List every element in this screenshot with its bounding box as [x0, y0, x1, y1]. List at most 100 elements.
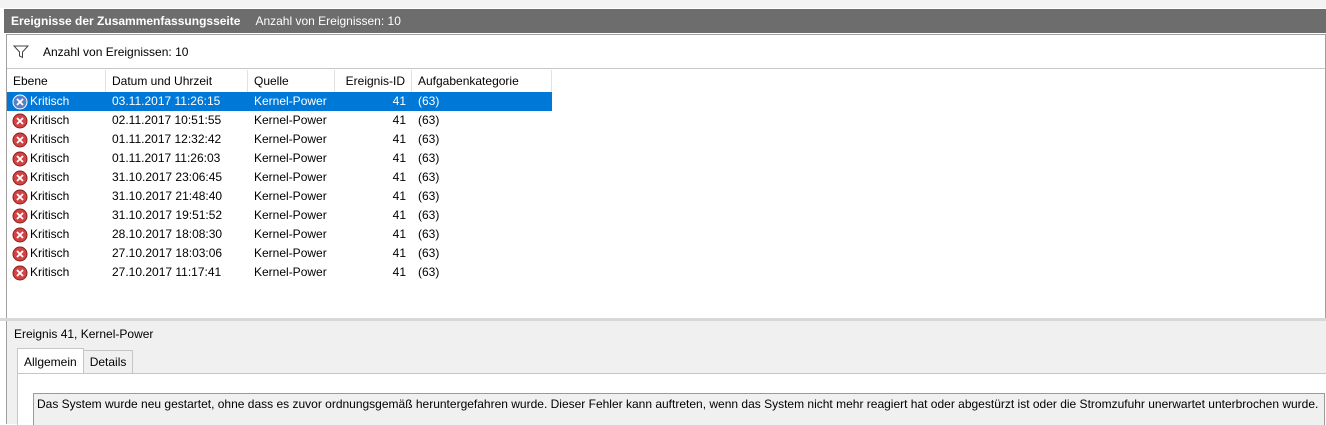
event-list-panel: Anzahl von Ereignissen: 10 Ebene Datum u… [6, 34, 1326, 319]
cell-event-id: 41 [392, 189, 406, 203]
level-text: Kritisch [30, 265, 70, 279]
filter-bar: Anzahl von Ereignissen: 10 [7, 35, 1325, 69]
table-row[interactable]: Kritisch 27.10.2017 11:17:41 Kernel-Power 4… [7, 263, 552, 282]
cell-event-id: 41 [392, 94, 406, 108]
critical-error-icon [12, 170, 28, 185]
tab-content: Das System wurde neu gestartet, ohne das… [17, 373, 1326, 425]
tab-details[interactable]: Details [82, 350, 134, 373]
cell-datetime: 02.11.2017 10:51:55 [112, 113, 222, 127]
cell-datetime: 27.10.2017 11:17:41 [112, 265, 222, 279]
filter-icon[interactable] [13, 45, 29, 59]
cell-level: Kritisch [7, 130, 106, 149]
cell-task-category: (63) [418, 265, 440, 279]
event-description[interactable]: Das System wurde neu gestartet, ohne das… [33, 393, 1325, 425]
table-row[interactable]: Kritisch 31.10.2017 19:51:52 Kernel-Power 4… [7, 206, 552, 225]
top-strip [0, 0, 1326, 8]
cell-source: Kernel-Power [254, 189, 327, 203]
cell-source: Kernel-Power [254, 208, 327, 222]
level-text: Kritisch [30, 170, 70, 184]
level-text: Kritisch [30, 227, 70, 241]
filter-count-text: Anzahl von Ereignissen: 10 [43, 44, 189, 59]
critical-error-icon [12, 208, 28, 223]
table-body: Kritisch 03.11.2017 11:26:15 Kernel-Power 4… [7, 92, 552, 282]
table-row[interactable]: Kritisch 02.11.2017 10:51:55 Kernel-Power 4… [7, 111, 552, 130]
table-header: Ebene Datum und Uhrzeit Quelle Ereignis-… [7, 70, 552, 92]
critical-error-icon [12, 189, 28, 204]
table-row[interactable]: Kritisch 27.10.2017 18:03:06 Kernel-Power 4… [7, 244, 552, 263]
critical-error-icon [12, 227, 28, 242]
cell-datetime: 28.10.2017 18:08:30 [112, 227, 223, 241]
cell-datetime: 01.11.2017 11:26:03 [112, 151, 221, 165]
cell-datetime: 31.10.2017 23:06:45 [112, 170, 223, 184]
column-header-level[interactable]: Ebene [7, 70, 106, 92]
cell-event-id: 41 [392, 113, 406, 127]
critical-error-icon [12, 246, 28, 261]
level-text: Kritisch [30, 94, 70, 108]
cell-level: Kritisch [7, 149, 106, 168]
critical-error-icon [12, 151, 28, 166]
table-row[interactable]: Kritisch 28.10.2017 18:08:30 Kernel-Power 4… [7, 225, 552, 244]
detail-tabs: Allgemein Details [17, 348, 134, 373]
column-header-task-category[interactable]: Aufgabenkategorie [412, 70, 552, 92]
cell-level: Kritisch [7, 263, 106, 282]
level-text: Kritisch [30, 208, 70, 222]
table-row[interactable]: Kritisch 03.11.2017 11:26:15 Kernel-Power 4… [7, 92, 552, 111]
cell-task-category: (63) [418, 208, 440, 222]
cell-event-id: 41 [392, 132, 406, 146]
cell-datetime: 31.10.2017 21:48:40 [112, 189, 223, 203]
summary-title-bar: Ereignisse der Zusammenfassungsseite Anz… [4, 9, 1326, 33]
tab-allgemein[interactable]: Allgemein [17, 348, 84, 373]
cell-source: Kernel-Power [254, 94, 327, 108]
cell-task-category: (63) [418, 170, 440, 184]
cell-task-category: (63) [418, 246, 440, 260]
critical-error-icon [12, 113, 28, 128]
cell-event-id: 41 [392, 208, 406, 222]
critical-error-icon [12, 265, 28, 280]
cell-source: Kernel-Power [254, 227, 327, 241]
cell-event-id: 41 [392, 170, 406, 184]
cell-task-category: (63) [418, 132, 440, 146]
cell-event-id: 41 [392, 227, 406, 241]
cell-source: Kernel-Power [254, 170, 327, 184]
cell-level: Kritisch [7, 111, 106, 130]
cell-source: Kernel-Power [254, 113, 327, 127]
cell-event-id: 41 [392, 265, 406, 279]
cell-source: Kernel-Power [254, 132, 327, 146]
table-row[interactable]: Kritisch 31.10.2017 23:06:45 Kernel-Power 4… [7, 168, 552, 187]
cell-level: Kritisch [7, 244, 106, 263]
cell-source: Kernel-Power [254, 265, 327, 279]
event-detail-title: Ereignis 41, Kernel-Power [14, 327, 154, 341]
cell-level: Kritisch [7, 206, 106, 225]
events-table: Ebene Datum und Uhrzeit Quelle Ereignis-… [7, 70, 552, 282]
cell-datetime: 31.10.2017 19:51:52 [112, 208, 223, 222]
cell-task-category: (63) [418, 113, 440, 127]
column-header-datetime[interactable]: Datum und Uhrzeit [106, 70, 248, 92]
level-text: Kritisch [30, 151, 70, 165]
cell-level: Kritisch [7, 225, 106, 244]
cell-event-id: 41 [392, 151, 406, 165]
table-row[interactable]: Kritisch 31.10.2017 21:48:40 Kernel-Power 4… [7, 187, 552, 206]
cell-level: Kritisch [7, 187, 106, 206]
column-header-event-id[interactable]: Ereignis-ID [335, 70, 412, 92]
event-detail-pane: Ereignis 41, Kernel-Power Allgemein Deta… [6, 321, 1326, 425]
level-text: Kritisch [30, 132, 70, 146]
cell-datetime: 27.10.2017 18:03:06 [112, 246, 223, 260]
cell-level: Kritisch [7, 168, 106, 187]
cell-task-category: (63) [418, 94, 440, 108]
cell-datetime: 01.11.2017 12:32:42 [112, 132, 222, 146]
table-row[interactable]: Kritisch 01.11.2017 12:32:42 Kernel-Power 4… [7, 130, 552, 149]
critical-error-icon [12, 94, 28, 109]
column-header-source[interactable]: Quelle [248, 70, 335, 92]
cell-source: Kernel-Power [254, 246, 327, 260]
level-text: Kritisch [30, 113, 70, 127]
cell-task-category: (63) [418, 227, 440, 241]
level-text: Kritisch [30, 246, 70, 260]
cell-event-id: 41 [392, 246, 406, 260]
cell-source: Kernel-Power [254, 151, 327, 165]
cell-level: Kritisch [7, 92, 106, 111]
summary-event-count: Anzahl von Ereignissen: 10 [255, 14, 401, 28]
cell-datetime: 03.11.2017 11:26:15 [112, 94, 221, 108]
cell-task-category: (63) [418, 151, 440, 165]
table-row[interactable]: Kritisch 01.11.2017 11:26:03 Kernel-Power 4… [7, 149, 552, 168]
level-text: Kritisch [30, 189, 70, 203]
